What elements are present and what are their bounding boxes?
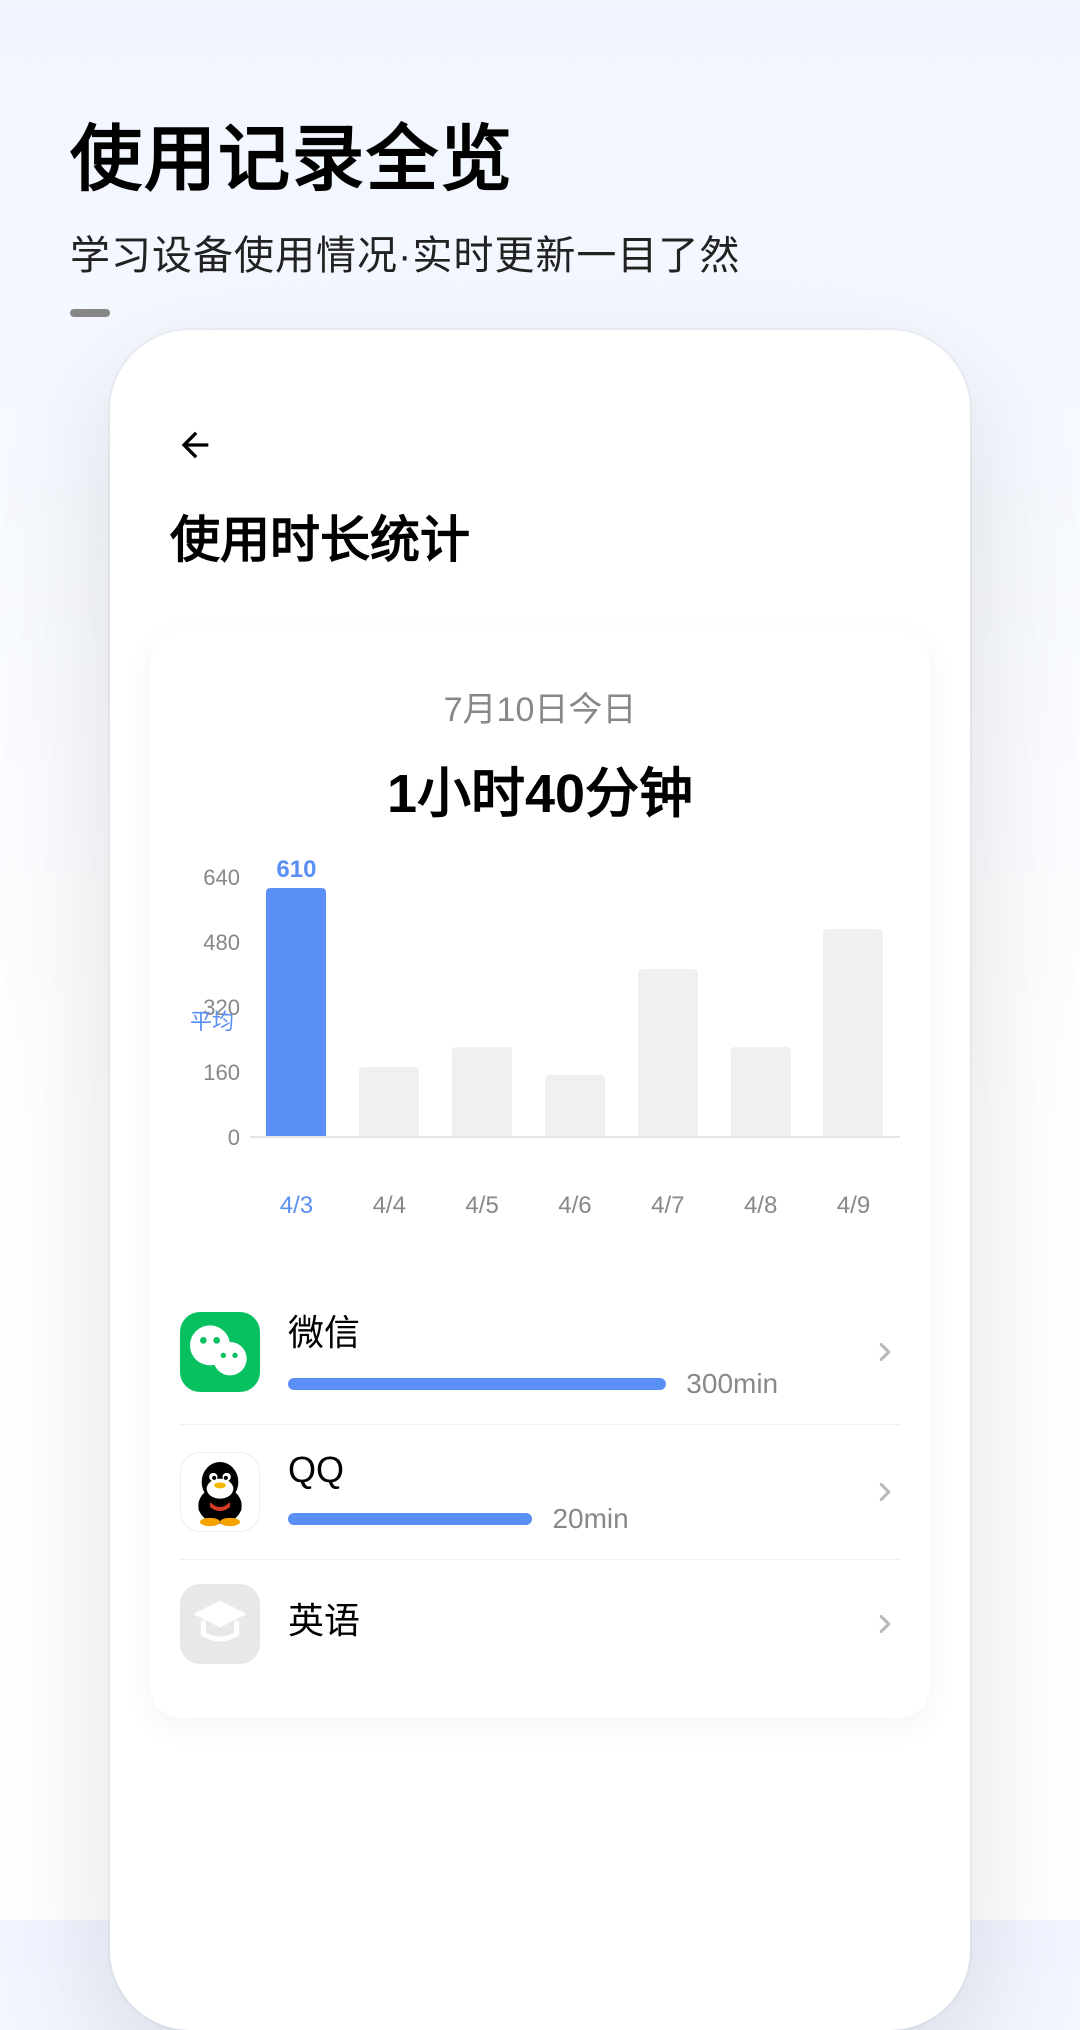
chart-x-label[interactable]: 4/9: [818, 1192, 888, 1220]
app-info: 微信 300min: [288, 1304, 870, 1400]
page-title: 使用时长统计: [170, 500, 930, 572]
education-icon: [180, 1584, 260, 1664]
chart-x-labels: 4/3 4/4 4/5 4/6 4/7 4/8 4/9: [250, 1192, 900, 1220]
chart-avg-label: 平均: [190, 1004, 234, 1036]
chart-bar[interactable]: [354, 1067, 424, 1136]
chart-x-label[interactable]: 4/6: [540, 1192, 610, 1220]
app-list-item[interactable]: 微信 300min: [180, 1280, 900, 1424]
app-name: 英语: [288, 1592, 870, 1644]
chart-bar-value: 610: [276, 856, 316, 884]
promo-header: 使用记录全览 学习设备使用情况·实时更新一目了然: [0, 0, 1080, 357]
app-list-item[interactable]: QQ 20min: [180, 1424, 900, 1559]
stats-date: 7月10日今日: [180, 682, 900, 731]
app-icon: [180, 1312, 260, 1392]
app-duration: 300min: [686, 1368, 778, 1400]
chart-x-label[interactable]: 4/8: [726, 1192, 796, 1220]
stats-total: 1小时40分钟: [180, 749, 900, 828]
chart-x-label[interactable]: 4/4: [354, 1192, 424, 1220]
arrow-left-icon: [175, 425, 215, 465]
chart-x-label[interactable]: 4/7: [633, 1192, 703, 1220]
app-progress-row: 20min: [288, 1503, 870, 1535]
app-name: QQ: [288, 1449, 870, 1491]
chart-bar-rect: [545, 1075, 605, 1136]
chart-bar-rect: [731, 1047, 791, 1136]
chart-x-label[interactable]: 4/5: [447, 1192, 517, 1220]
chevron-right-icon: [870, 1337, 900, 1367]
chart-y-tick: 0: [228, 1125, 240, 1151]
chart-bar-rect: [359, 1067, 419, 1136]
chart-bar[interactable]: [447, 1047, 517, 1136]
chart-bar[interactable]: 610: [261, 856, 331, 1136]
app-list: 微信 300min QQ 20min 英语: [180, 1280, 900, 1688]
app-progress-bar: [288, 1378, 666, 1390]
chart-bar[interactable]: [540, 1075, 610, 1136]
chart-y-tick: 480: [203, 930, 240, 956]
chart-bar-rect: [823, 929, 883, 1136]
app-list-item[interactable]: 英语: [180, 1559, 900, 1688]
chart-x-label[interactable]: 4/3: [261, 1192, 331, 1220]
app-info: 英语: [288, 1592, 870, 1656]
chart-bar[interactable]: [818, 929, 888, 1136]
chart-y-axis: 6404803201600平均: [180, 878, 250, 1138]
chart-bar[interactable]: [633, 969, 703, 1136]
app-icon: [180, 1584, 260, 1664]
usage-chart: 6404803201600平均 610: [180, 878, 900, 1178]
app-duration: 20min: [552, 1503, 628, 1535]
app-icon: [180, 1452, 260, 1532]
app-info: QQ 20min: [288, 1449, 870, 1535]
promo-subtitle: 学习设备使用情况·实时更新一目了然: [70, 223, 1010, 281]
qq-icon: [180, 1452, 260, 1532]
chart-y-tick: 160: [203, 1060, 240, 1086]
promo-dash: [70, 309, 110, 317]
chart-bar-rect: [266, 888, 326, 1136]
chart-bar[interactable]: [726, 1047, 796, 1136]
chart-bar-rect: [638, 969, 698, 1136]
app-progress-bar: [288, 1513, 532, 1525]
chart-bar-rect: [452, 1047, 512, 1136]
chevron-right-icon: [870, 1609, 900, 1639]
chart-bars-area: 610: [250, 878, 900, 1138]
app-name: 微信: [288, 1304, 870, 1356]
chevron-right-icon: [870, 1477, 900, 1507]
phone-frame: 使用时长统计 7月10日今日 1小时40分钟 6404803201600平均 6…: [110, 330, 970, 2030]
promo-title: 使用记录全览: [70, 100, 1010, 205]
wechat-icon: [180, 1312, 260, 1392]
back-button[interactable]: [170, 420, 220, 470]
app-progress-row: 300min: [288, 1368, 870, 1400]
chart-y-tick: 640: [203, 865, 240, 891]
stats-card: 7月10日今日 1小时40分钟 6404803201600平均 610 4/34…: [150, 632, 930, 1718]
